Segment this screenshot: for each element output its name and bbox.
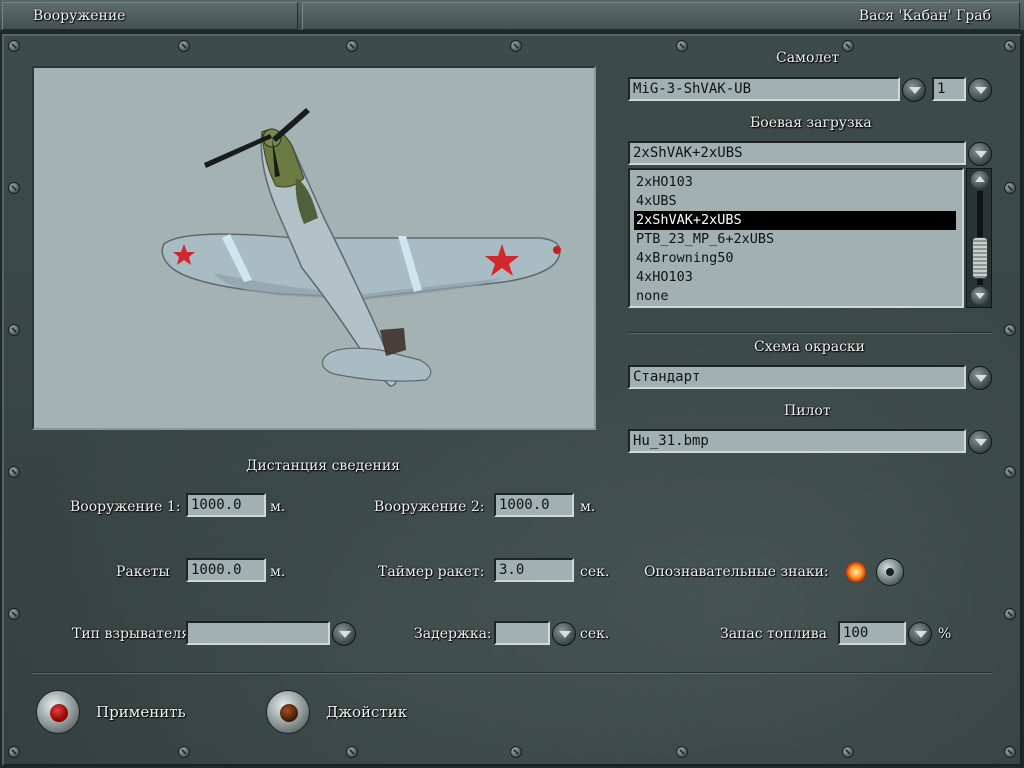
loadout-label: Боевая загрузка [750,115,872,131]
delay-select[interactable] [494,621,550,645]
loadout-list[interactable]: 2xHO103 4xUBS 2xShVAK+2xUBS PTB_23_MP_6+… [628,168,964,308]
screw-icon [178,40,190,52]
apply-label[interactable]: Применить [96,703,186,721]
screw-icon [346,40,358,52]
pilot-label: Пилот [784,403,831,419]
screw-icon [1004,324,1016,336]
screen-title: Вооружение [33,8,126,24]
fuel-unit: % [938,626,952,642]
screw-icon [1004,40,1016,52]
weapons2-unit: м. [580,499,596,515]
plane-count-field[interactable]: 1 [932,77,966,101]
weapons1-unit: м. [270,499,286,515]
title-bar-left: Вооружение [2,2,298,30]
delay-unit: сек. [580,626,610,642]
skin-dropdown-button[interactable] [968,366,992,390]
screw-icon [8,40,20,52]
list-item[interactable]: 2xHO103 [634,173,958,192]
rocket-timer-field[interactable]: 3.0 [494,558,574,582]
joystick-label[interactable]: Джойстик [326,703,407,721]
aircraft-preview[interactable] [32,66,596,430]
screw-icon [842,746,854,758]
loadout-scrollbar[interactable] [966,168,992,308]
fuze-dropdown-button[interactable] [332,622,356,646]
title-bar-right: Вася 'Кабан' Граб [302,2,1020,30]
delay-dropdown-button[interactable] [552,622,576,646]
list-item[interactable]: PTB_23_MP_6+2xUBS [634,230,958,249]
apply-button[interactable] [36,690,80,734]
list-item[interactable]: 4xUBS [634,192,958,211]
screw-icon [8,746,20,758]
screw-icon [510,746,522,758]
screw-icon [1004,746,1016,758]
scroll-thumb[interactable] [972,237,988,279]
rocket-timer-label: Таймер ракет: [378,564,485,580]
pilot-name: Вася 'Кабан' Граб [858,8,991,24]
screw-icon [8,608,20,620]
fuel-dropdown-button[interactable] [908,622,932,646]
screw-icon [676,746,688,758]
screw-icon [178,746,190,758]
weapons2-field[interactable]: 1000.0 [494,493,574,517]
screw-icon [676,40,688,52]
weapons1-label: Вооружение 1: [70,499,181,515]
weapons1-field[interactable]: 1000.0 [186,493,266,517]
fuze-label: Тип взрывателя: [72,626,195,642]
skin-select[interactable]: Стандарт [628,365,966,389]
screw-icon [8,324,20,336]
screw-icon [1004,608,1016,620]
screw-icon [8,182,20,194]
rockets-unit: м. [270,564,286,580]
insignia-toggle[interactable] [846,556,908,588]
plane-select[interactable]: MiG-3-ShVAK-UB [628,77,900,101]
button-cap-icon [280,704,298,722]
plane-count-dropdown-button[interactable] [968,78,992,102]
indicator-light-icon [846,562,866,582]
fuze-select[interactable] [186,621,330,645]
aircraft-illustration [161,108,561,387]
list-item[interactable]: 4xBrowning50 [634,249,958,268]
title-bar: Вооружение Вася 'Кабан' Граб [0,0,1024,32]
plane-label: Самолет [776,50,840,66]
rocket-timer-unit: сек. [580,564,610,580]
rockets-label: Ракеты [116,564,170,580]
toggle-knob-icon[interactable] [876,558,904,586]
pilot-dropdown-button[interactable] [968,430,992,454]
screw-icon [346,746,358,758]
skin-label: Схема окраски [754,339,865,355]
scroll-up-icon[interactable] [971,171,989,189]
pilot-select[interactable]: Hu_31.bmp [628,429,966,453]
list-item[interactable]: none [634,287,958,306]
loadout-dropdown-button[interactable] [968,142,992,166]
fuel-label: Запас топлива [720,626,827,642]
screw-icon [1004,182,1016,194]
screw-icon [1004,466,1016,478]
insignia-label: Опознавательные знаки: [644,564,829,580]
button-cap-icon [50,704,68,722]
fuel-select[interactable]: 100 [838,621,906,645]
convergence-heading: Дистанция сведения [246,458,400,474]
rockets-field[interactable]: 1000.0 [186,558,266,582]
loadout-select[interactable]: 2xShVAK+2xUBS [628,141,966,165]
weapons2-label: Вооружение 2: [374,499,485,515]
list-item[interactable]: 4xHO103 [634,268,958,287]
scroll-down-icon[interactable] [971,287,989,305]
delay-label: Задержка: [414,626,492,642]
divider [32,672,992,674]
plane-dropdown-button[interactable] [902,78,926,102]
screw-icon [510,40,522,52]
list-item-selected[interactable]: 2xShVAK+2xUBS [634,211,956,230]
screw-icon [842,40,854,52]
divider [628,332,992,334]
joystick-button[interactable] [266,690,310,734]
screw-icon [8,466,20,478]
